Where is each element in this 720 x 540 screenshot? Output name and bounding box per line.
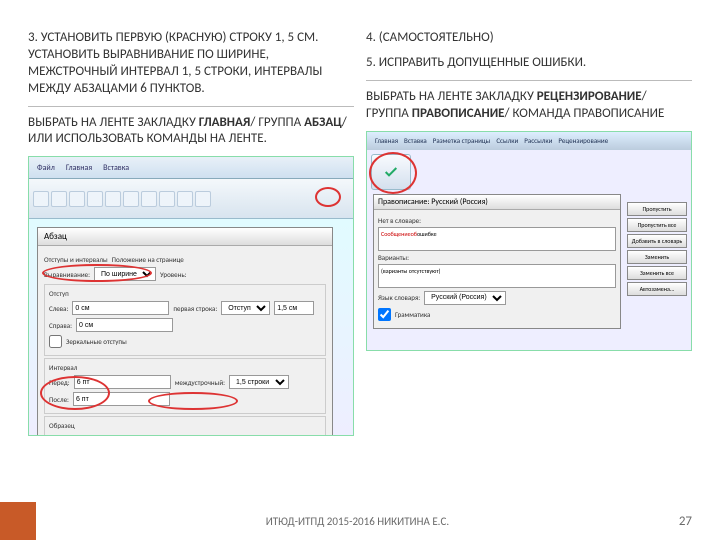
skip-button[interactable]: Пропустить xyxy=(627,202,687,216)
line-select[interactable]: 1,5 строки xyxy=(229,375,289,389)
text: / ГРУППА xyxy=(250,115,304,130)
text: ВЫБРАТЬ НА ЛЕНТЕ ЗАКЛАДКУ xyxy=(366,89,537,104)
dialog-tabs: Отступы и интервалы Положение на страниц… xyxy=(44,255,326,264)
change-button[interactable]: Заменить xyxy=(627,250,687,264)
step-3-instruction: ВЫБРАТЬ НА ЛЕНТЕ ЗАКЛАДКУ ГЛАВНАЯ/ ГРУПП… xyxy=(28,115,354,149)
bold-правописание: ПРАВОПИСАНИЕ xyxy=(412,106,505,121)
page-number: 27 xyxy=(679,514,720,529)
level-label: Уровень: xyxy=(160,270,187,279)
first-by-input[interactable] xyxy=(274,301,314,315)
toolbar-button[interactable] xyxy=(141,191,157,207)
spelling-dialog: Правописание: Русский (Россия) Нет в сло… xyxy=(373,194,621,329)
tab-refs[interactable]: Ссылки xyxy=(496,136,518,145)
first-label: первая строка: xyxy=(173,304,217,313)
tab-home: Главная xyxy=(62,162,96,174)
tab-indents[interactable]: Отступы и интервалы xyxy=(44,255,108,264)
bold-абзац: АБЗАЦ xyxy=(304,115,342,130)
spell-side-buttons: Пропустить Пропустить все Добавить в сло… xyxy=(627,202,687,296)
bold-рецензирование: РЕЦЕНЗИРОВАНИЕ xyxy=(537,89,642,104)
toolbar-button[interactable] xyxy=(69,191,85,207)
auto-button[interactable]: Автозамена... xyxy=(627,282,687,296)
preview-label: Образец xyxy=(49,421,321,430)
right-label: Справа: xyxy=(49,321,72,330)
toolbar-button[interactable] xyxy=(195,191,211,207)
lang-select[interactable]: Русский (Россия) xyxy=(424,291,506,305)
mirror-checkbox[interactable] xyxy=(49,335,62,348)
toolbar-button[interactable] xyxy=(159,191,175,207)
step-5-instruction: ВЫБРАТЬ НА ЛЕНТЕ ЗАКЛАДКУ РЕЦЕНЗИРОВАНИЕ… xyxy=(366,89,692,123)
tab-position[interactable]: Положение на странице xyxy=(112,255,184,264)
add-button[interactable]: Добавить в словарь xyxy=(627,234,687,248)
text: ВЫБРАТЬ НА ЛЕНТЕ ЗАКЛАДКУ xyxy=(28,115,199,130)
left-input[interactable] xyxy=(72,301,169,315)
word-screenshot-spelling: Главная Вставка Разметка страницы Ссылки… xyxy=(366,131,692,351)
step-3-heading: 3. УСТАНОВИТЬ ПЕРВУЮ (КРАСНУЮ) СТРОКУ 1,… xyxy=(28,30,354,98)
tab-home[interactable]: Главная xyxy=(375,136,398,145)
footer-text: ИТЮД-ИТПД 2015-2016 НИКИТИНА Е.С. xyxy=(36,515,679,528)
step-4-heading: 4. (САМОСТОЯТЕЛЬНО) xyxy=(366,30,692,47)
toolbar-button[interactable] xyxy=(123,191,139,207)
tab-layout[interactable]: Разметка страницы xyxy=(433,136,491,145)
grammar-label: Грамматика xyxy=(395,310,430,319)
bold-главная: ГЛАВНАЯ xyxy=(199,115,251,130)
changeall-button[interactable]: Заменить все xyxy=(627,266,687,280)
left-column: 3. УСТАНОВИТЬ ПЕРВУЮ (КРАСНУЮ) СТРОКУ 1,… xyxy=(28,30,354,436)
error-text-box[interactable]: Сообщениеобошибке xyxy=(378,227,616,251)
word-screenshot-paragraph: Файл Главная Вставка Абзац xyxy=(28,156,354,436)
footer-accent xyxy=(0,502,36,540)
skipall-button[interactable]: Пропустить все xyxy=(627,218,687,232)
preview-fieldset: Образец xyxy=(44,416,326,436)
not-in-dict-label: Нет в словаре: xyxy=(378,216,616,225)
toolbar-button[interactable] xyxy=(51,191,67,207)
text: / КОМАНДА ПРАВОПИСАНИЕ xyxy=(505,106,665,121)
slide-content: 3. УСТАНОВИТЬ ПЕРВУЮ (КРАСНУЮ) СТРОКУ 1,… xyxy=(0,0,720,436)
line-label: междустрочный: xyxy=(175,378,225,387)
suggestions-label: Варианты: xyxy=(378,253,616,262)
right-column: 4. (САМОСТОЯТЕЛЬНО) 5. ИСПРАВИТЬ ДОПУЩЕН… xyxy=(366,30,692,436)
word-toolbar xyxy=(29,179,353,219)
spell-dialog-title: Правописание: Русский (Россия) xyxy=(374,195,620,210)
right-input[interactable] xyxy=(76,318,173,332)
error-word: Сообщениеоб xyxy=(381,230,417,238)
toolbar-button[interactable] xyxy=(33,191,49,207)
paragraph-dialog: Абзац Отступы и интервалы Положение на с… xyxy=(37,227,333,436)
slide-footer: ИТЮД-ИТПД 2015-2016 НИКИТИНА Е.С. 27 xyxy=(0,502,720,540)
indent-title: Отступ xyxy=(49,289,321,298)
divider xyxy=(366,80,692,81)
toolbar-button[interactable] xyxy=(177,191,193,207)
tab-review[interactable]: Рецензирование xyxy=(558,136,608,145)
toolbar-button[interactable] xyxy=(105,191,121,207)
left-label: Слева: xyxy=(49,304,68,313)
indent-fieldset: Отступ Слева: первая строка: Отступ Спра… xyxy=(44,284,326,356)
lang-label: Язык словаря: xyxy=(378,293,420,302)
grammar-checkbox[interactable] xyxy=(378,308,391,321)
mirror-label: Зеркальные отступы xyxy=(66,337,127,346)
toolbar-button[interactable] xyxy=(87,191,103,207)
spell-body: Нет в словаре: Сообщениеобошибке Вариант… xyxy=(374,210,620,328)
step-5-heading: 5. ИСПРАВИТЬ ДОПУЩЕННЫЕ ОШИБКИ. xyxy=(366,55,692,72)
dialog-body: Отступы и интервалы Положение на страниц… xyxy=(38,246,332,436)
word-ribbon-tabs: Файл Главная Вставка xyxy=(29,157,353,179)
tab-insert: Вставка xyxy=(99,162,133,174)
tab-mail[interactable]: Рассылки xyxy=(524,136,552,145)
dialog-title: Абзац xyxy=(38,228,332,246)
highlight-circle-icon xyxy=(369,152,417,194)
spacing-title: Интервал xyxy=(49,363,321,372)
tab-file: Файл xyxy=(33,162,59,174)
divider xyxy=(28,106,354,107)
tab-insert[interactable]: Вставка xyxy=(404,136,427,145)
suggestions-box[interactable]: (варианты отсутствуют) xyxy=(378,264,616,288)
first-select[interactable]: Отступ xyxy=(221,301,270,315)
word-ribbon-tabs: Главная Вставка Разметка страницы Ссылки… xyxy=(367,132,691,150)
